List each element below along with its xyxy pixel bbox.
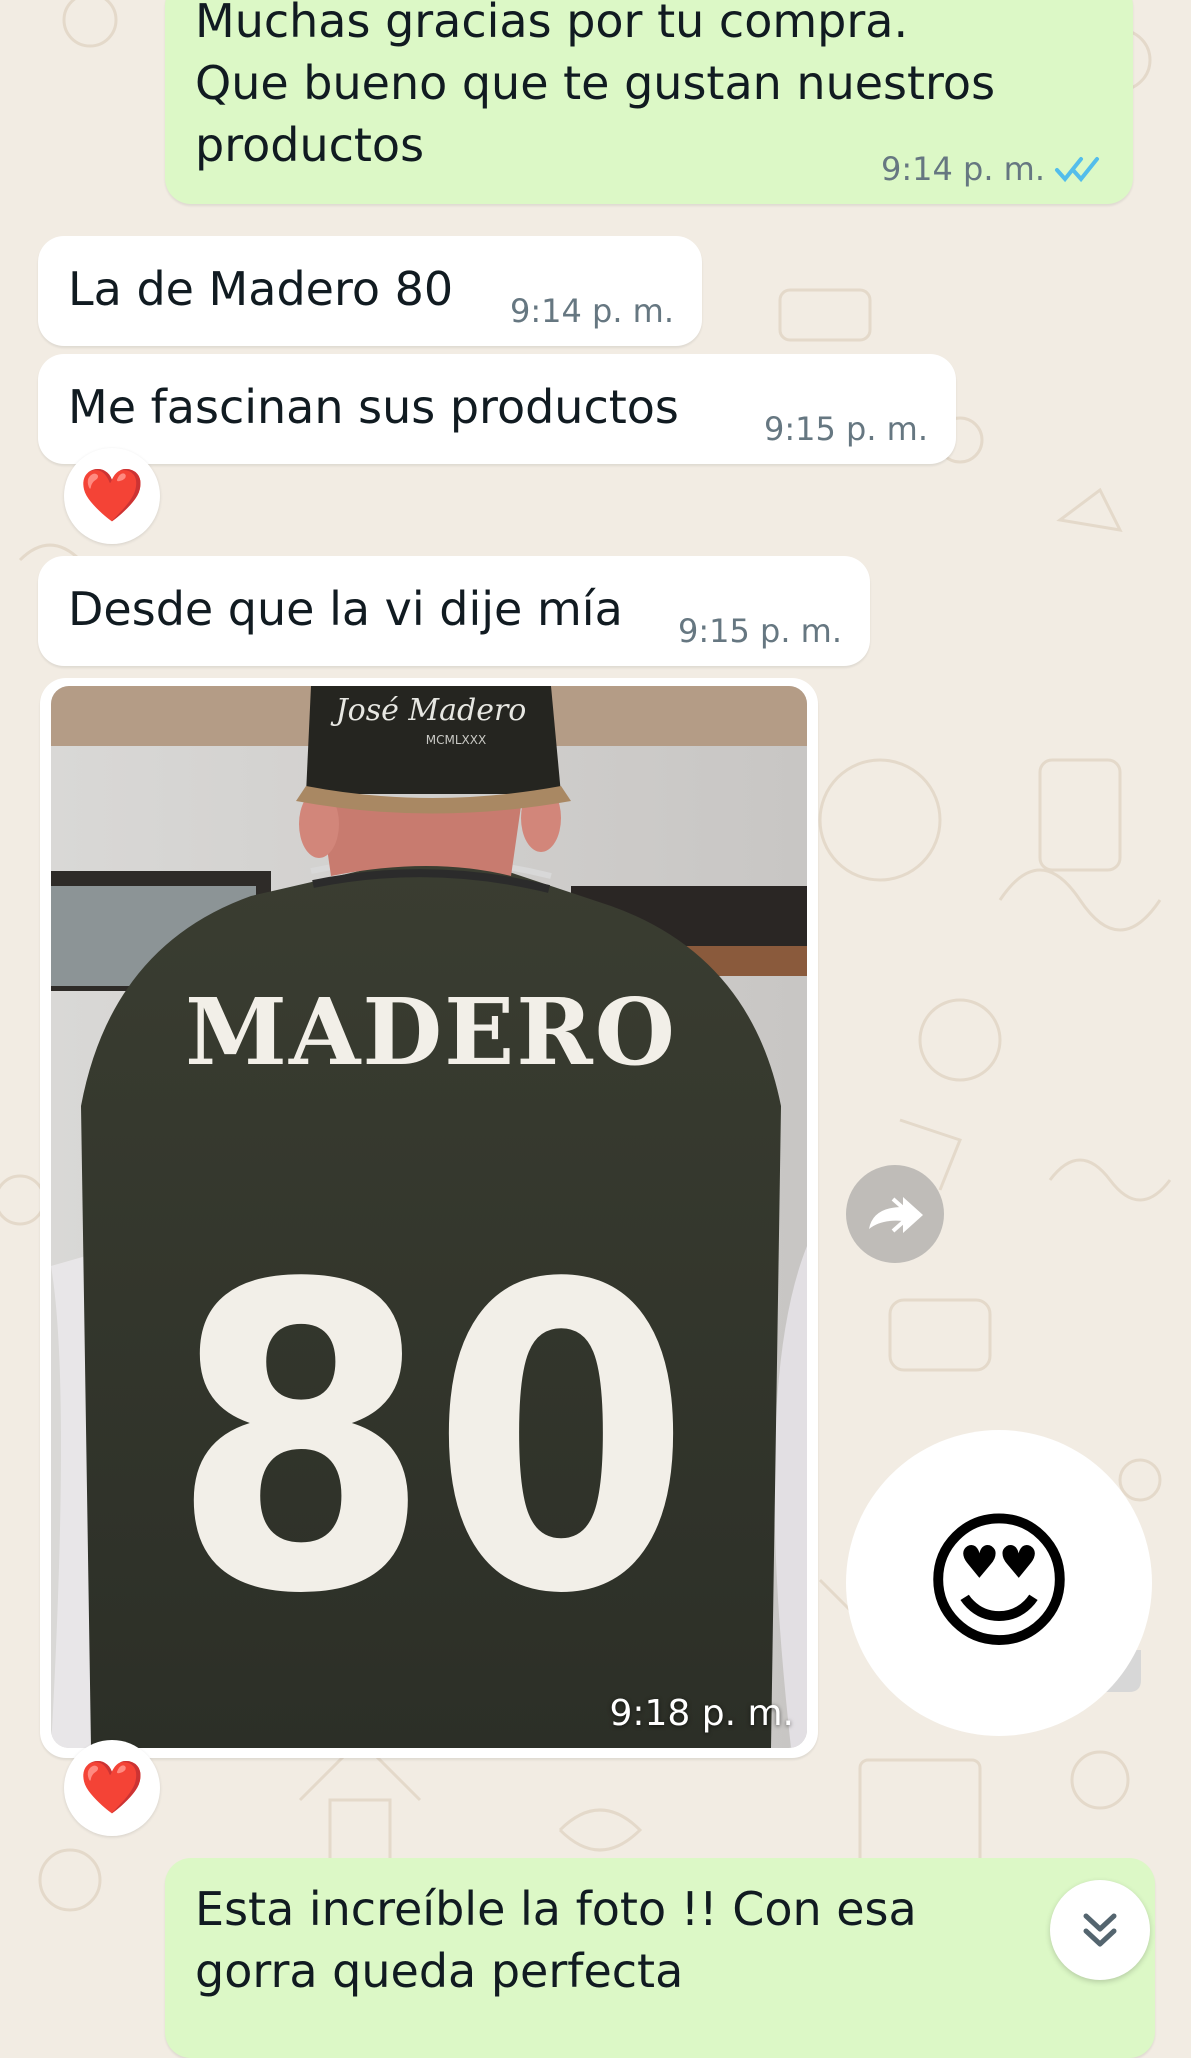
message-time: 9:15 p. m. <box>763 410 928 448</box>
sticker-message[interactable]: 😍 <box>846 1430 1152 1736</box>
message-reaction[interactable]: ❤️ <box>64 448 160 544</box>
message-text: Me fascinan sus productos <box>68 380 679 434</box>
jacket-number-text: 80 <box>171 1197 691 1686</box>
forward-button[interactable] <box>846 1165 944 1263</box>
jacket-photo[interactable]: José Madero MCMLXXX MADERO 80 <box>51 686 807 1748</box>
cap-logo-text: José Madero <box>330 693 527 728</box>
message-bubble-outgoing[interactable]: Esta increíble la foto !! Con esa gorra … <box>165 1858 1155 2058</box>
forward-icon <box>869 1197 923 1233</box>
chevron-double-down-icon <box>1083 1913 1117 1947</box>
message-time: 9:15 p. m. <box>677 612 842 650</box>
message-text: Muchas gracias por tu compra. Que bueno … <box>195 0 996 172</box>
jacket-name-text: MADERO <box>185 978 677 1086</box>
message-time: 9:14 p. m. <box>509 292 674 330</box>
message-bubble-incoming[interactable]: La de Madero 80 9:14 p. m. <box>38 236 702 346</box>
message-text: La de Madero 80 <box>68 262 454 316</box>
message-reaction[interactable]: ❤️ <box>64 1740 160 1836</box>
red-heart-emoji: ❤️ <box>79 466 145 526</box>
message-meta: 9:15 p. m. <box>764 410 928 448</box>
scroll-to-bottom-button[interactable] <box>1050 1880 1150 1980</box>
cap-subtext: MCMLXXX <box>426 733 486 747</box>
message-text: Esta increíble la foto !! Con esa gorra … <box>195 1882 917 1998</box>
heart-eyes-emoji: 😍 <box>920 1496 1078 1670</box>
message-bubble-incoming[interactable]: Me fascinan sus productos 9:15 p. m. <box>38 354 956 464</box>
message-meta: 9:15 p. m. <box>678 612 842 650</box>
message-bubble-outgoing[interactable]: Muchas gracias por tu compra. Que bueno … <box>165 0 1133 204</box>
red-heart-emoji: ❤️ <box>79 1758 145 1818</box>
message-time: 9:14 p. m. <box>880 150 1045 188</box>
image-message[interactable]: José Madero MCMLXXX MADERO 80 9:18 p. m. <box>40 678 818 1758</box>
double-check-icon <box>1055 157 1099 183</box>
message-text: Desde que la vi dije mía <box>68 582 623 636</box>
message-time: 9:18 p. m. <box>609 1693 794 1734</box>
message-bubble-incoming[interactable]: Desde que la vi dije mía 9:15 p. m. <box>38 556 870 666</box>
message-meta: 9:14 p. m. <box>510 292 674 330</box>
message-meta: 9:14 p. m. <box>881 150 1105 188</box>
